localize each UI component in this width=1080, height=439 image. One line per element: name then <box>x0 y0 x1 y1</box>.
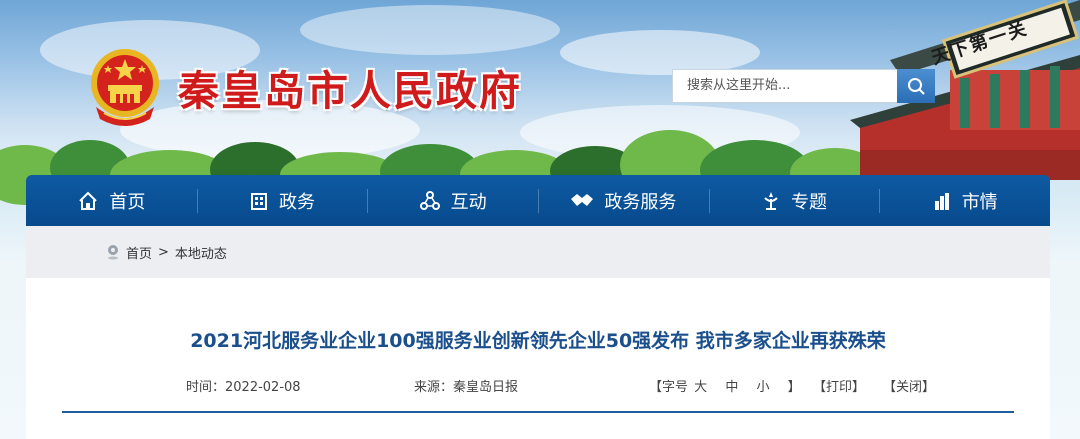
source-label: 来源： <box>414 380 454 395</box>
search-input[interactable]: 搜索从这里开始... <box>672 69 898 103</box>
font-size-prefix: 【字号 <box>649 380 689 395</box>
article-title: 2021河北服务业企业100强服务业创新领先企业50强发布 我市多家企业再获殊荣 <box>190 330 886 352</box>
date-label: 时间： <box>186 380 226 395</box>
nav-item-label: 互动 <box>450 191 487 213</box>
nav-item-label: 政务 <box>279 191 315 213</box>
nav-item-gov-services[interactable]: 政务服务 <box>538 175 709 226</box>
nav-item-city-info[interactable]: 市情 <box>879 175 1050 226</box>
font-size-large-link[interactable]: 大 <box>694 380 707 395</box>
article-panel: 2021河北服务业企业100强服务业创新领先企业50强发布 我市多家企业再获殊荣… <box>26 278 1050 439</box>
nav-item-topics[interactable]: 专题 <box>708 175 880 226</box>
date-value: 2022-02-08 <box>225 380 301 395</box>
nav-item-interaction[interactable]: 互动 <box>367 175 538 226</box>
article-date: 时间：2022-02-08 <box>186 376 301 395</box>
breadcrumb-current[interactable]: 本地动态 <box>175 243 227 262</box>
nav-item-label: 市情 <box>961 191 998 213</box>
nav-item-label: 首页 <box>109 191 146 213</box>
home-icon <box>79 191 98 210</box>
nav-item-label: 政务服务 <box>604 191 677 213</box>
nav-item-government[interactable]: 政务 <box>196 175 368 226</box>
handshake-icon <box>571 193 594 206</box>
nav-item-home[interactable]: 首页 <box>26 175 197 226</box>
city-icon <box>934 192 949 210</box>
main-nav: 首页 政务 互动 政务服务 专题 市情 <box>26 175 1050 226</box>
search-icon <box>908 78 925 95</box>
font-size-small-link[interactable]: 小 <box>756 380 769 395</box>
article-source: 来源：秦皇岛日报 <box>414 376 518 395</box>
topic-icon <box>764 191 778 210</box>
nav-item-label: 专题 <box>791 191 828 213</box>
print-link[interactable]: 【打印】 <box>813 376 865 395</box>
source-value: 秦皇岛日报 <box>453 380 519 395</box>
national-emblem-icon <box>91 49 159 126</box>
font-size-control: 【字号 大 中 小 】 <box>649 376 801 395</box>
location-pin-icon <box>108 245 118 260</box>
site-title: 秦皇岛市人民政府 <box>178 67 522 115</box>
title-divider <box>62 411 1014 413</box>
breadcrumb-home-link[interactable]: 首页 <box>126 243 152 262</box>
breadcrumb: 首页 > 本地动态 <box>106 226 227 278</box>
font-size-suffix: 】 <box>787 380 801 395</box>
building-icon <box>251 192 267 210</box>
search-button[interactable] <box>897 69 935 103</box>
font-size-medium-link[interactable]: 中 <box>725 380 738 395</box>
breadcrumb-separator: > <box>158 244 169 260</box>
close-link[interactable]: 【关闭】 <box>883 376 935 395</box>
interaction-icon <box>419 190 440 210</box>
breadcrumb-bar: 首页 > 本地动态 <box>26 226 1050 278</box>
